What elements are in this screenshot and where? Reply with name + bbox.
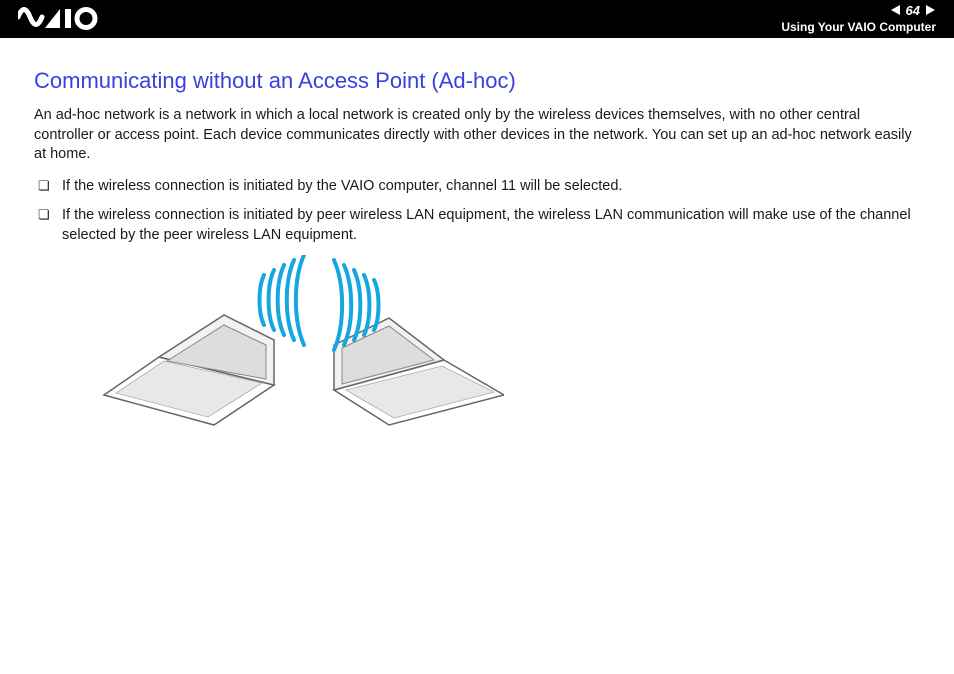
page-heading: Communicating without an Access Point (A… — [34, 68, 920, 94]
list-item: If the wireless connection is initiated … — [34, 206, 920, 245]
page-number: 64 — [906, 3, 920, 18]
list-item: If the wireless connection is initiated … — [34, 177, 920, 197]
page-nav: 64 — [781, 2, 936, 18]
adhoc-illustration — [74, 255, 504, 435]
wireless-signal-left-icon — [260, 255, 304, 345]
intro-paragraph: An ad-hoc network is a network in which … — [34, 106, 920, 165]
vaio-logo-svg — [18, 6, 106, 32]
next-page-arrow-icon[interactable] — [924, 4, 936, 16]
laptop-left-icon — [104, 315, 274, 425]
page-content: Communicating without an Access Point (A… — [0, 38, 954, 440]
laptop-right-icon — [334, 318, 504, 425]
prev-page-arrow-icon[interactable] — [890, 4, 902, 16]
bullet-list: If the wireless connection is initiated … — [34, 177, 920, 246]
vaio-logo — [18, 6, 106, 39]
section-title: Using Your VAIO Computer — [781, 20, 936, 34]
page-header: 64 Using Your VAIO Computer — [0, 0, 954, 38]
adhoc-figure — [74, 255, 920, 440]
